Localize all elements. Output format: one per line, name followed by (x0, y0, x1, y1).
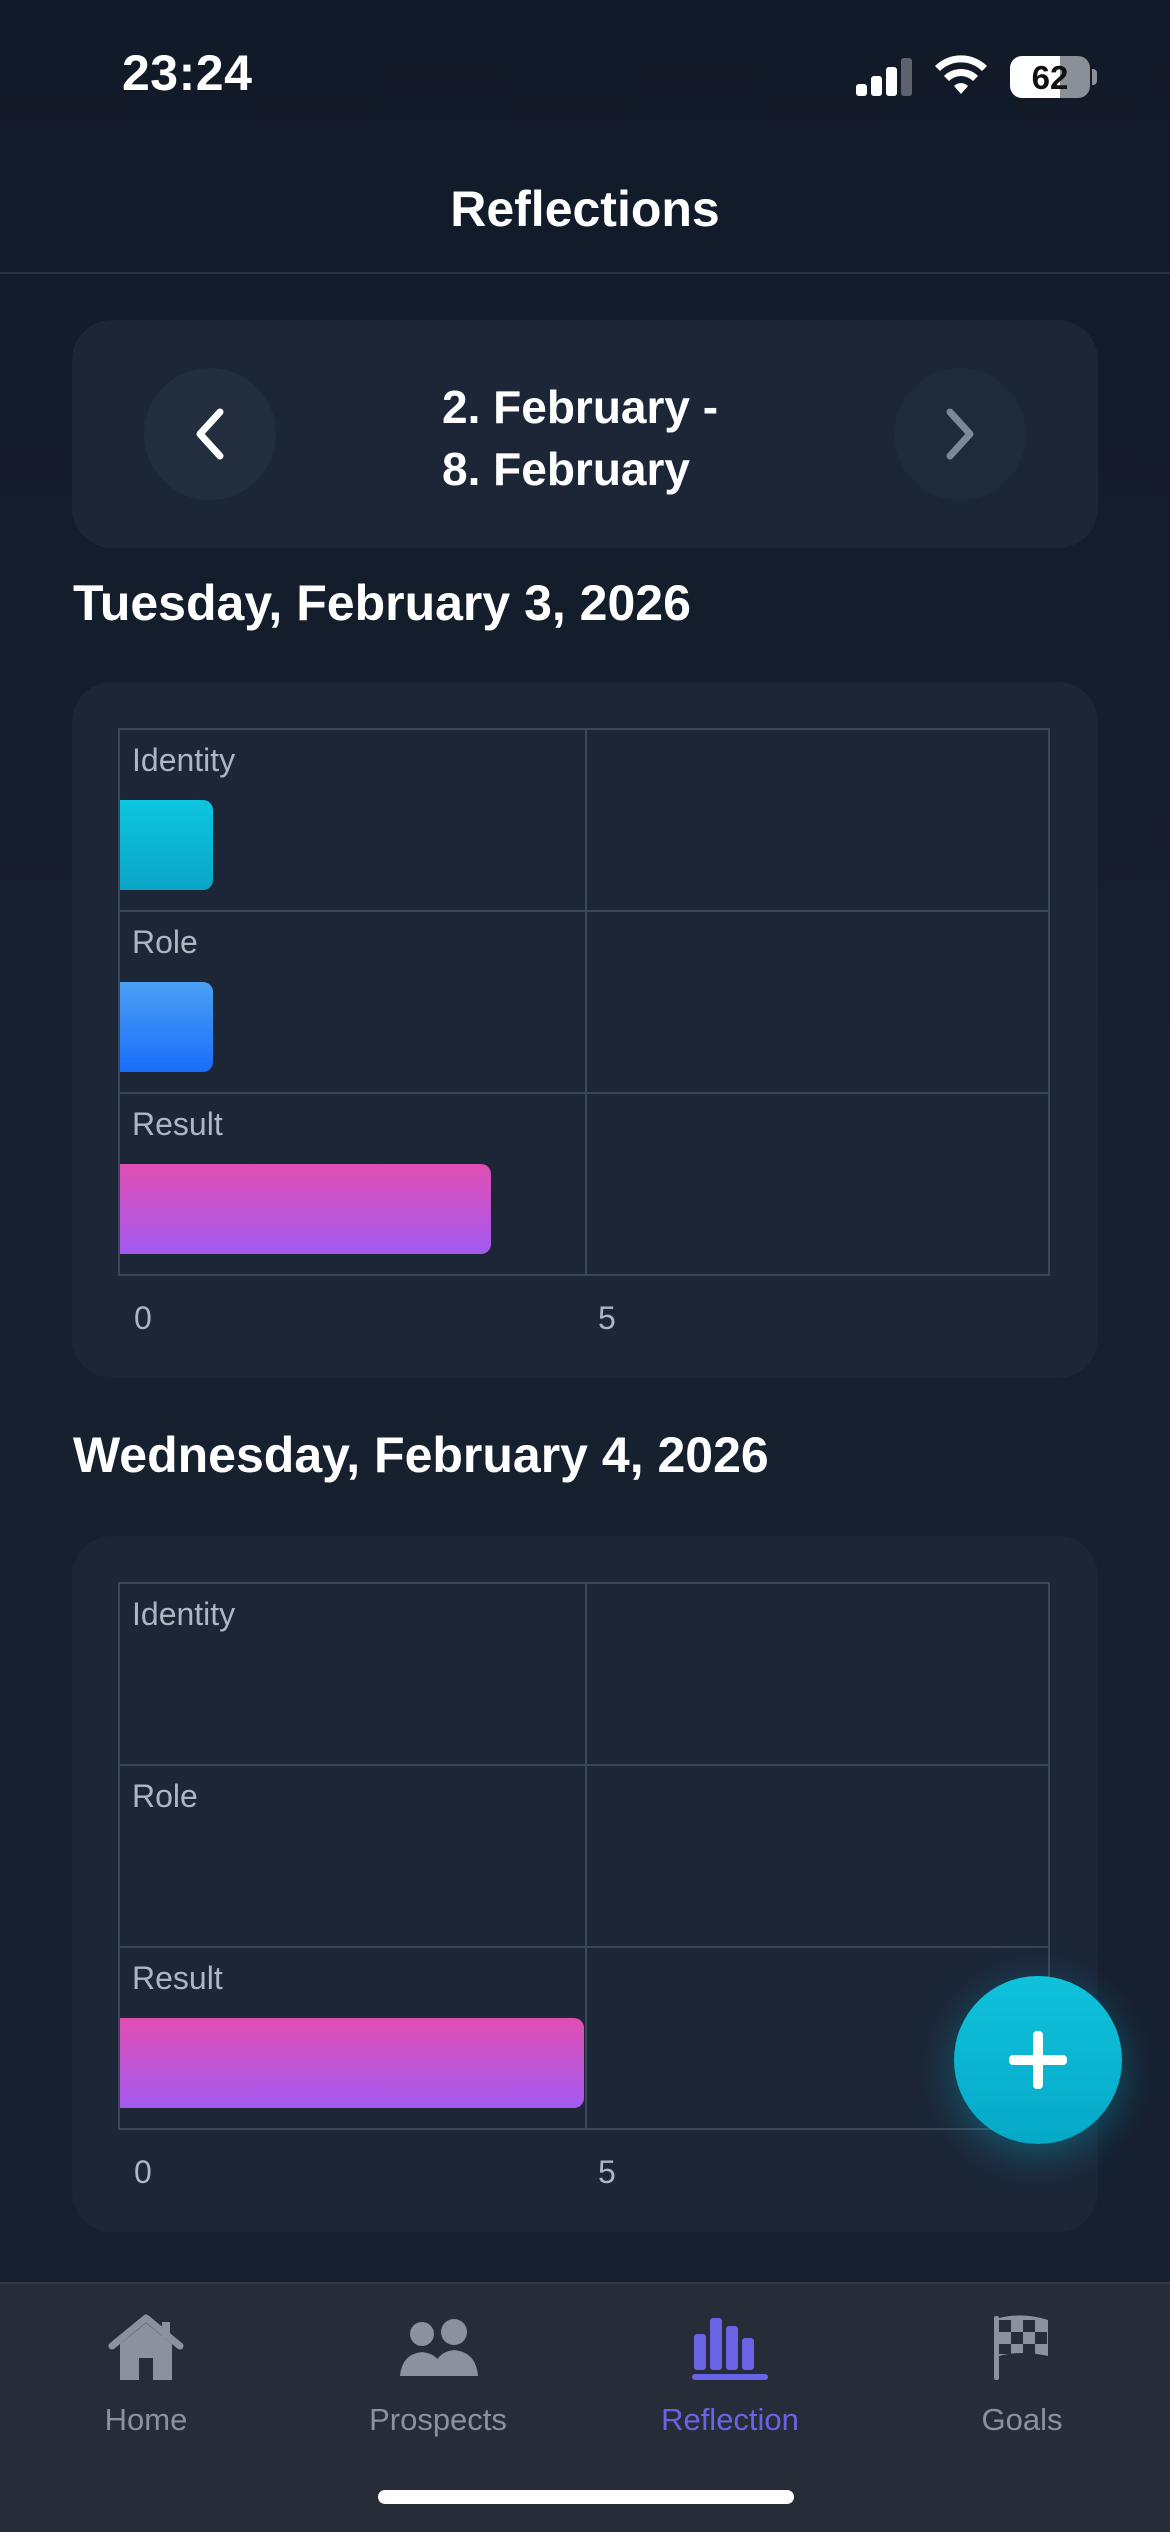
home-icon (108, 2314, 184, 2380)
day-chart-card: Identity Role Result 0 5 (72, 682, 1098, 1378)
x-tick-label: 5 (598, 1300, 616, 1336)
category-label-result: Result (132, 1960, 223, 1996)
page-title: Reflections (450, 181, 720, 237)
status-bar: 23:24 62 (0, 0, 1170, 150)
tab-prospects[interactable]: Prospects (292, 2302, 584, 2452)
day-heading: Wednesday, February 4, 2026 (73, 1427, 769, 1483)
bar-result (120, 2018, 584, 2108)
battery-cap (1092, 69, 1097, 85)
home-indicator[interactable] (378, 2490, 794, 2504)
category-label-role: Role (132, 924, 198, 960)
checkered-flag-icon (994, 2315, 1048, 2380)
reflections-screen: 23:24 62 Reflections 2. February - 8. Fe… (0, 0, 1170, 2532)
bar-chart-plot: Identity Role Result (118, 728, 1050, 1276)
x-tick-label: 5 (598, 2154, 616, 2190)
category-label-role: Role (132, 1778, 198, 1814)
wifi-icon (935, 55, 987, 94)
category-label-result: Result (132, 1106, 223, 1142)
people-icon (400, 2319, 478, 2376)
plus-icon (1009, 2031, 1067, 2089)
category-label-identity: Identity (132, 1596, 236, 1632)
chevron-right-icon (946, 408, 974, 460)
chevron-left-icon (196, 408, 224, 460)
gridline (120, 1092, 1048, 1094)
week-range-end: 8. February (442, 443, 690, 495)
next-week-button[interactable] (894, 368, 1026, 500)
tab-label: Home (104, 2402, 188, 2437)
bar-chart-icon (692, 2318, 768, 2380)
gridline (120, 1946, 1048, 1948)
status-time: 23:24 (122, 45, 253, 101)
navigation-header: Reflections (0, 150, 1170, 274)
gridline (120, 1764, 1048, 1766)
week-selector: 2. February - 8. February (72, 320, 1098, 548)
day-heading: Tuesday, February 3, 2026 (73, 575, 691, 631)
previous-week-button[interactable] (144, 368, 276, 500)
x-tick-label: 0 (134, 1300, 152, 1336)
tab-home[interactable]: Home (0, 2302, 292, 2452)
x-tick-label: 0 (134, 2154, 152, 2190)
bar-result (120, 1164, 492, 1254)
day-chart-card: Identity Role Result 0 5 (72, 1536, 1098, 2232)
week-range-label: 2. February - 8. February (442, 376, 802, 500)
week-range-start: 2. February - (442, 381, 719, 433)
battery-icon: 62 (1010, 56, 1090, 98)
tab-goals[interactable]: Goals (876, 2302, 1168, 2452)
gridline (120, 910, 1048, 912)
gridline (585, 730, 587, 1274)
bar-role (120, 982, 213, 1072)
tab-label: Goals (981, 2402, 1063, 2437)
category-label-identity: Identity (132, 742, 236, 778)
bar-identity (120, 800, 213, 890)
add-reflection-button[interactable] (954, 1976, 1122, 2144)
cellular-signal-icon (856, 58, 914, 96)
gridline (585, 1584, 587, 2128)
tab-reflection[interactable]: Reflection (584, 2302, 876, 2452)
tab-label: Prospects (369, 2402, 507, 2437)
bar-chart-plot: Identity Role Result (118, 1582, 1050, 2130)
tab-label: Reflection (661, 2402, 799, 2437)
battery-percentage: 62 (1031, 59, 1069, 96)
